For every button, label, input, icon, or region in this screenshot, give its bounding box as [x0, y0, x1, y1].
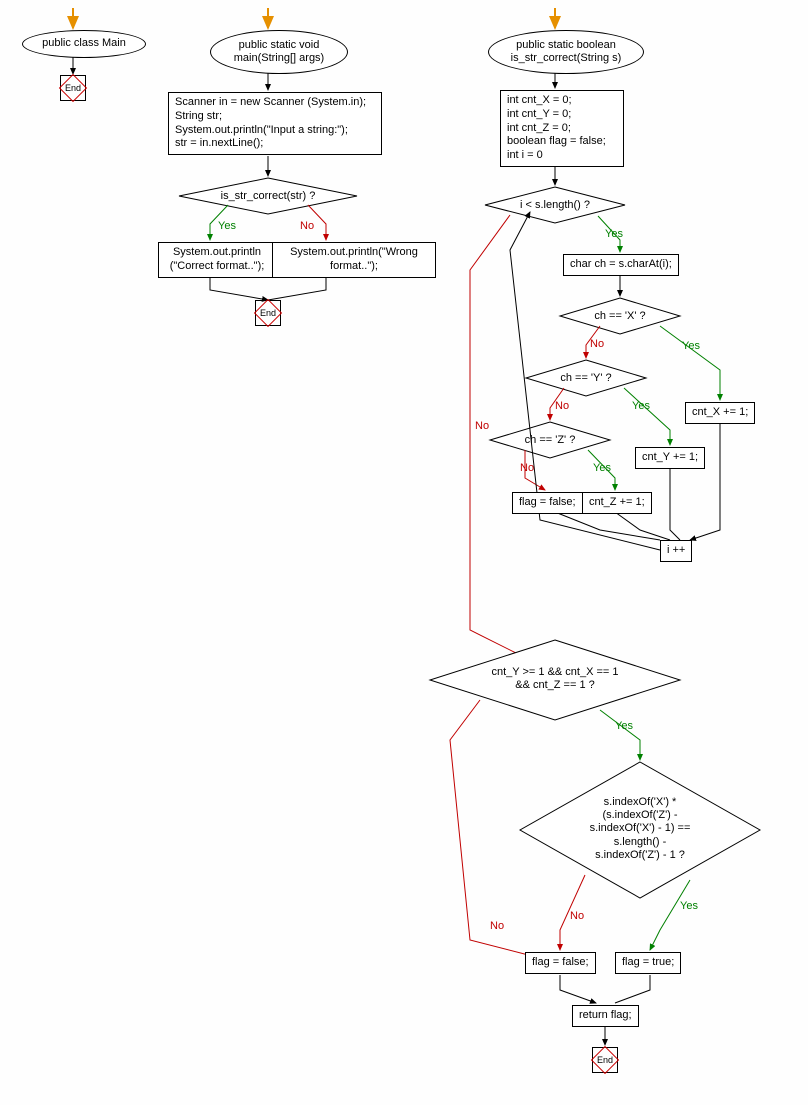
yes-label: Yes — [680, 900, 698, 912]
box-flagtrue: flag = true; — [615, 952, 681, 974]
no-label: No — [590, 338, 604, 350]
class-label: public class Main — [42, 37, 126, 50]
no-label: No — [520, 462, 534, 474]
box-incy: cnt_Y += 1; — [635, 447, 705, 469]
box-main-body: Scanner in = new Scanner (System.in); St… — [168, 92, 382, 155]
no-label: No — [555, 400, 569, 412]
yes-label: Yes — [632, 400, 650, 412]
box-ipp: i ++ — [660, 540, 692, 562]
box-incz: cnt_Z += 1; — [582, 492, 652, 514]
box-flagfalse-inner: flag = false; — [512, 492, 583, 514]
end-label: End — [592, 1047, 618, 1073]
end-label: End — [60, 75, 86, 101]
yes-label: Yes — [218, 220, 236, 232]
end-node-class: End — [60, 75, 86, 101]
oval-main: public static void main(String[] args) — [210, 30, 348, 74]
box-charat: char ch = s.charAt(i); — [563, 254, 679, 276]
end-label: End — [255, 300, 281, 326]
box-init: int cnt_X = 0; int cnt_Y = 0; int cnt_Z … — [500, 90, 624, 167]
box-flagfalse-outer: flag = false; — [525, 952, 596, 974]
yes-label: Yes — [593, 462, 611, 474]
isc-label: public static boolean is_str_correct(Str… — [499, 39, 633, 65]
end-node-isc: End — [592, 1047, 618, 1073]
yes-label: Yes — [605, 228, 623, 240]
no-label: No — [490, 920, 504, 932]
box-return: return flag; — [572, 1005, 639, 1027]
oval-class: public class Main — [22, 30, 146, 58]
main-label: public static void main(String[] args) — [221, 39, 337, 65]
yes-label: Yes — [682, 340, 700, 352]
yes-label: Yes — [615, 720, 633, 732]
oval-iscorrect: public static boolean is_str_correct(Str… — [488, 30, 644, 74]
no-label: No — [570, 910, 584, 922]
end-node-main: End — [255, 300, 281, 326]
box-correct: System.out.println ("Correct format.."); — [158, 242, 276, 278]
no-label: No — [300, 220, 314, 232]
no-label: No — [475, 420, 489, 432]
box-incx: cnt_X += 1; — [685, 402, 755, 424]
box-wrong: System.out.println("Wrong format.."); — [272, 242, 436, 278]
